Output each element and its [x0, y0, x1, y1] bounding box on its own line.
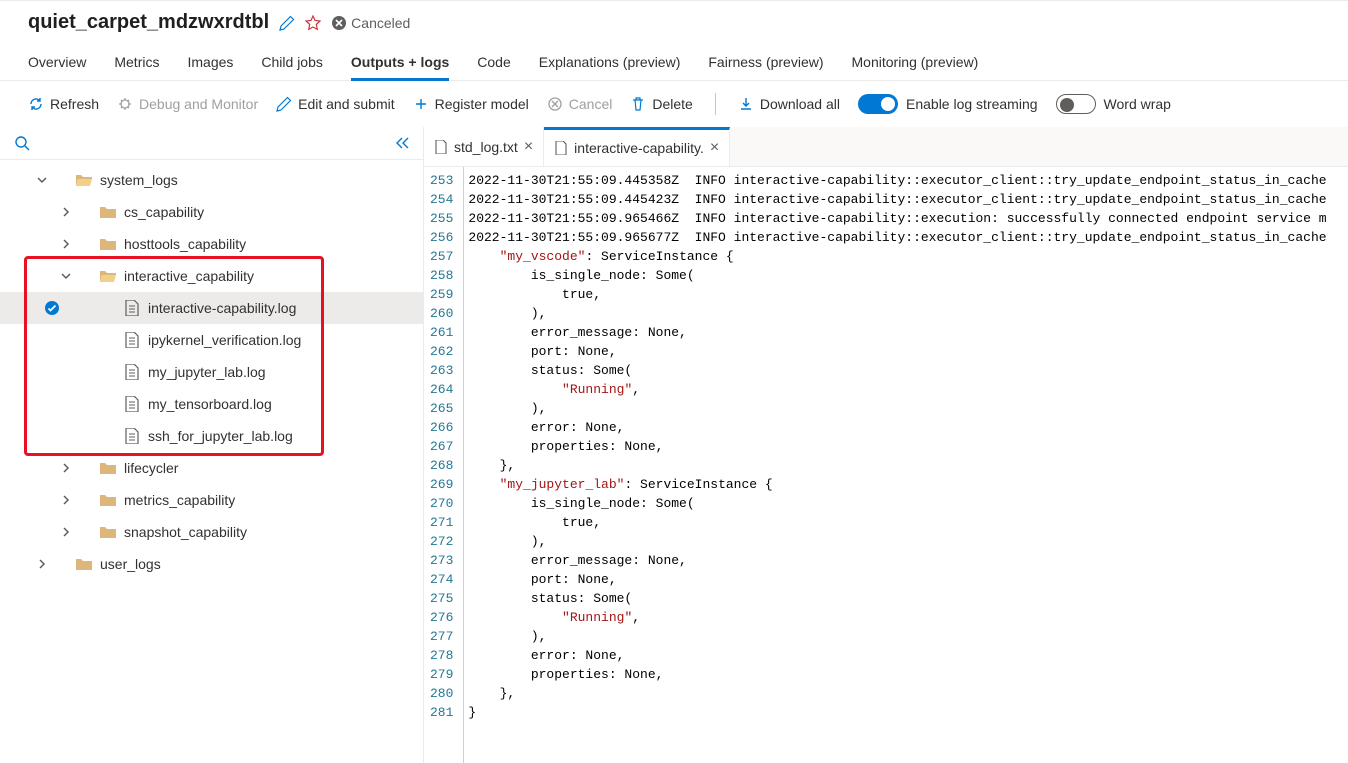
edit-title-icon[interactable]	[279, 15, 295, 31]
tree-folder[interactable]: lifecycler	[0, 452, 423, 484]
file-icon	[122, 300, 142, 316]
chevron-right-icon[interactable]	[36, 558, 52, 570]
close-icon[interactable]: ×	[710, 140, 719, 156]
tree-file[interactable]: my_jupyter_lab.log	[0, 356, 423, 388]
tree-item-label: ipykernel_verification.log	[148, 332, 301, 348]
chevron-right-icon[interactable]	[60, 462, 76, 474]
tree-item-label: ssh_for_jupyter_lab.log	[148, 428, 293, 444]
tab-fairness-preview-[interactable]: Fairness (preview)	[708, 54, 823, 80]
tab-monitoring-preview-[interactable]: Monitoring (preview)	[852, 54, 979, 80]
file-icon	[122, 332, 142, 348]
chevron-down-icon[interactable]	[36, 174, 52, 186]
editor-tab-label: std_log.txt	[454, 139, 518, 155]
tree-folder[interactable]: user_logs	[0, 548, 423, 580]
gutter-ruler	[463, 167, 464, 763]
tree-folder[interactable]: metrics_capability	[0, 484, 423, 516]
check-circle-icon	[44, 300, 60, 316]
tree-item-label: interactive-capability.log	[148, 300, 296, 316]
file-tree-sidebar: system_logs cs_capability hosttools_capabi…	[0, 127, 424, 763]
folder-open-icon	[74, 173, 94, 187]
tree-item-label: user_logs	[100, 556, 161, 572]
file-icon	[122, 396, 142, 412]
chevron-right-icon[interactable]	[60, 494, 76, 506]
tree-item-label: my_tensorboard.log	[148, 396, 272, 412]
favorite-star-icon[interactable]	[305, 15, 321, 31]
tree-folder[interactable]: cs_capability	[0, 196, 423, 228]
tree-item-label: lifecycler	[124, 460, 178, 476]
tree-file[interactable]: interactive-capability.log	[0, 292, 423, 324]
chevron-right-icon[interactable]	[60, 526, 76, 538]
tree-item-label: system_logs	[100, 172, 178, 188]
tab-overview[interactable]: Overview	[28, 54, 86, 80]
word-wrap-label: Word wrap	[1104, 96, 1171, 112]
tree-file[interactable]: ipykernel_verification.log	[0, 324, 423, 356]
tree-item-label: my_jupyter_lab.log	[148, 364, 266, 380]
file-icon	[554, 141, 568, 155]
editor-tab[interactable]: interactive-capability. ×	[544, 127, 730, 166]
folder-icon	[98, 237, 118, 251]
chevron-down-icon[interactable]	[60, 270, 76, 282]
editor-pane: std_log.txt × interactive-capability. × 253…	[424, 127, 1348, 763]
cancel-button: Cancel	[547, 96, 613, 112]
tree-item-label: hosttools_capability	[124, 236, 246, 252]
debug-monitor-button: Debug and Monitor	[117, 96, 258, 112]
log-streaming-toggle[interactable]	[858, 94, 898, 114]
download-all-button[interactable]: Download all	[738, 96, 840, 112]
tree-item-label: cs_capability	[124, 204, 204, 220]
edit-submit-button[interactable]: Edit and submit	[276, 96, 395, 112]
delete-button[interactable]: Delete	[630, 96, 692, 112]
file-icon	[122, 364, 142, 380]
register-model-button[interactable]: Register model	[413, 96, 529, 112]
folder-open-icon	[98, 269, 118, 283]
folder-icon	[98, 525, 118, 539]
file-icon	[122, 428, 142, 444]
log-streaming-label: Enable log streaming	[906, 96, 1038, 112]
folder-icon	[98, 461, 118, 475]
tree-folder[interactable]: interactive_capability	[0, 260, 423, 292]
toolbar: Refresh Debug and Monitor Edit and submi…	[0, 81, 1348, 127]
tab-code[interactable]: Code	[477, 54, 510, 80]
line-gutter: 2532542552562572582592602612622632642652…	[424, 167, 463, 763]
folder-icon	[98, 493, 118, 507]
tab-images[interactable]: Images	[187, 54, 233, 80]
editor-tabs: std_log.txt × interactive-capability. ×	[424, 127, 1348, 167]
chevron-right-icon[interactable]	[60, 238, 76, 250]
word-wrap-toggle[interactable]	[1056, 94, 1096, 114]
status-badge: Canceled	[331, 15, 410, 31]
tab-metrics[interactable]: Metrics	[114, 54, 159, 80]
editor-tab-label: interactive-capability.	[574, 140, 704, 156]
close-icon[interactable]: ×	[524, 139, 533, 155]
file-icon	[434, 140, 448, 154]
page-tabs: Overview Metrics Images Child jobs Outputs +…	[0, 34, 1348, 81]
tree-file[interactable]: ssh_for_jupyter_lab.log	[0, 420, 423, 452]
tree-item-label: interactive_capability	[124, 268, 254, 284]
toolbar-separator	[715, 93, 716, 115]
tree-folder[interactable]: hosttools_capability	[0, 228, 423, 260]
tab-outputs-logs[interactable]: Outputs + logs	[351, 54, 449, 80]
page-title: quiet_carpet_mdzwxrdtbl	[28, 11, 269, 34]
tree-item-label: metrics_capability	[124, 492, 235, 508]
tree-item-label: snapshot_capability	[124, 524, 247, 540]
search-icon[interactable]	[14, 135, 30, 151]
editor-tab[interactable]: std_log.txt ×	[424, 127, 544, 166]
code-lines[interactable]: 2022-11-30T21:55:09.445358Z INFO interac…	[468, 167, 1326, 763]
tree-file[interactable]: my_tensorboard.log	[0, 388, 423, 420]
tree-folder[interactable]: system_logs	[0, 164, 423, 196]
folder-icon	[74, 557, 94, 571]
collapse-sidebar-icon[interactable]	[393, 135, 409, 151]
tree-folder[interactable]: snapshot_capability	[0, 516, 423, 548]
tab-explanations-preview-[interactable]: Explanations (preview)	[539, 54, 681, 80]
folder-icon	[98, 205, 118, 219]
tab-child-jobs[interactable]: Child jobs	[261, 54, 322, 80]
chevron-right-icon[interactable]	[60, 206, 76, 218]
refresh-button[interactable]: Refresh	[28, 96, 99, 112]
